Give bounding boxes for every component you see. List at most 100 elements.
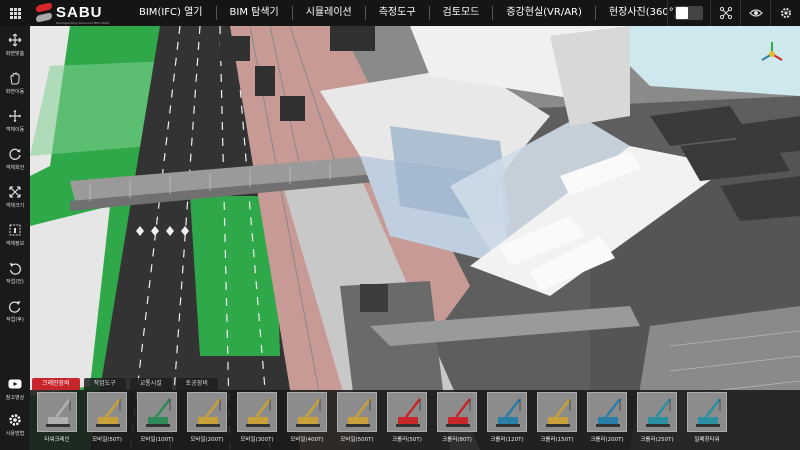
move-icon	[9, 110, 21, 122]
equipment-thumbnail	[137, 392, 177, 432]
crane-icon	[96, 398, 121, 427]
brand-tagline: Distinguishing Advanced BIM Utility	[56, 20, 110, 25]
tool-label: 객체이동	[5, 127, 25, 133]
tool-label: 작업(후)	[6, 317, 24, 323]
crane-icon	[696, 398, 721, 427]
gear-icon	[9, 414, 21, 426]
crane-icon	[196, 398, 221, 427]
top-right-controls	[667, 0, 800, 26]
equipment-label: 크롤러(80T)	[442, 437, 472, 443]
crane-icon	[646, 398, 671, 427]
equipment-item[interactable]: 모바일(50T)	[84, 392, 130, 448]
gear-icon[interactable]	[770, 0, 800, 26]
crane-icon	[446, 398, 471, 427]
equipment-label: 모바일(100T)	[140, 437, 174, 443]
equipment-item[interactable]: 크롤러(200T)	[584, 392, 630, 448]
equipment-item[interactable]: 크롤러(120T)	[484, 392, 530, 448]
tool-label: 화면이동	[5, 89, 25, 95]
crane-icon	[246, 398, 271, 427]
crane-icon	[596, 398, 621, 427]
equipment-thumbnail	[287, 392, 327, 432]
crane-icon	[496, 398, 521, 427]
equipment-label: 크롤러(200T)	[590, 437, 624, 443]
tool-label: 작업(전)	[6, 279, 24, 285]
hand-icon	[10, 72, 20, 85]
tool-redo[interactable]: 작업(후)	[0, 292, 30, 330]
equipment-thumbnail	[37, 392, 77, 432]
equipment-label: 모바일(200T)	[190, 437, 224, 443]
top-menu-bar: SABU Distinguishing Advanced BIM Utility…	[0, 0, 800, 26]
menu-review-mode[interactable]: 검토모드	[428, 6, 493, 20]
crane-icon	[396, 398, 421, 427]
apps-grid-icon[interactable]	[0, 0, 30, 26]
display-toggle[interactable]	[667, 0, 710, 26]
equipment-panel: 크레인장비 작업도구 교통시설 토공장비 타워크레인 모바일(50T) 모바일(10…	[30, 374, 800, 450]
equipment-thumbnail	[437, 392, 477, 432]
equipment-item[interactable]: 크롤러(80T)	[434, 392, 480, 448]
equipment-label: 모바일(500T)	[340, 437, 374, 443]
tab-earthwork-equipment[interactable]: 토공장비	[175, 378, 218, 390]
equipment-item[interactable]: 크롤러(50T)	[384, 392, 430, 448]
equipment-label: 크롤러(50T)	[392, 437, 422, 443]
tool-reference-video[interactable]: 참고영상	[0, 370, 30, 408]
equipment-item[interactable]: 크롤러(150T)	[534, 392, 580, 448]
equipment-item[interactable]: 모바일(200T)	[184, 392, 230, 448]
youtube-icon	[8, 379, 22, 389]
equipment-item[interactable]: 타워크레인	[34, 392, 80, 448]
equipment-label: 크롤러(120T)	[490, 437, 524, 443]
redo-icon	[8, 301, 21, 313]
equipment-item[interactable]: 모바일(400T)	[284, 392, 330, 448]
menu-simulation[interactable]: 시뮬레이션	[291, 6, 365, 20]
equipment-item[interactable]: 밀폐창타워	[684, 392, 730, 448]
menu-bim-open[interactable]: BIM(IFC) 열기	[126, 6, 216, 20]
info-icon	[9, 224, 21, 236]
equipment-thumbnail	[187, 392, 227, 432]
crane-icon	[146, 398, 171, 427]
tab-work-tools[interactable]: 작업도구	[83, 378, 126, 390]
crane-icon	[296, 398, 321, 427]
equipment-thumbnail	[587, 392, 627, 432]
tool-label: 객체회전	[5, 165, 25, 171]
tool-scale-object[interactable]: 객체크기	[0, 178, 30, 216]
tool-rotate-object[interactable]: 객체회전	[0, 140, 30, 178]
tool-how-to-use[interactable]: 사용방법	[0, 406, 30, 444]
scale-icon	[9, 186, 21, 198]
rotate-icon	[9, 148, 21, 160]
share-icon[interactable]	[710, 0, 740, 26]
eye-icon[interactable]	[740, 0, 770, 26]
equipment-item[interactable]: 모바일(500T)	[334, 392, 380, 448]
equipment-item[interactable]: 모바일(300T)	[234, 392, 280, 448]
sabu-logo-mark-icon	[36, 2, 52, 23]
sabu-logo[interactable]: SABU Distinguishing Advanced BIM Utility	[30, 2, 118, 25]
tool-fit-screen[interactable]: 화면맞춤	[0, 26, 30, 64]
equipment-thumbnail	[487, 392, 527, 432]
menu-bim-explorer[interactable]: BIM 탐색기	[215, 6, 292, 20]
menu-ar-vr[interactable]: 증강현실(VR/AR)	[492, 6, 595, 20]
tool-move-object[interactable]: 객체이동	[0, 102, 30, 140]
crane-icon	[546, 398, 571, 427]
equipment-label: 모바일(300T)	[240, 437, 274, 443]
tab-crane-equipment[interactable]: 크레인장비	[32, 378, 80, 390]
equipment-list: 타워크레인 모바일(50T) 모바일(100T) 모바일(200T) 모바일(300T)…	[30, 390, 800, 450]
equipment-label: 밀폐창타워	[694, 437, 720, 443]
tool-label: 객체정보	[5, 241, 25, 247]
menu-measure-tools[interactable]: 측정도구	[364, 6, 429, 20]
equipment-item[interactable]: 크롤러(250T)	[634, 392, 680, 448]
equipment-thumbnail	[387, 392, 427, 432]
tool-label: 사용방법	[5, 431, 25, 437]
crane-icon	[346, 398, 371, 427]
left-toolbar: 화면맞춤 화면이동 객체이동 객체회전 객체크기 객체정보 작업(전) 작업(후…	[0, 26, 30, 450]
tab-traffic-facilities[interactable]: 교통시설	[129, 378, 172, 390]
equipment-thumbnail	[687, 392, 727, 432]
equipment-thumbnail	[337, 392, 377, 432]
tool-undo[interactable]: 작업(전)	[0, 254, 30, 292]
equipment-item[interactable]: 모바일(100T)	[134, 392, 180, 448]
tool-pan[interactable]: 화면이동	[0, 64, 30, 102]
equipment-thumbnail	[237, 392, 277, 432]
equipment-label: 크롤러(250T)	[640, 437, 674, 443]
tool-label: 참고영상	[5, 395, 25, 401]
equipment-tabs: 크레인장비 작업도구 교통시설 토공장비	[30, 374, 800, 390]
view-navigation-cube-icon[interactable]	[758, 40, 786, 68]
tool-object-info[interactable]: 객체정보	[0, 216, 30, 254]
equipment-thumbnail	[637, 392, 677, 432]
